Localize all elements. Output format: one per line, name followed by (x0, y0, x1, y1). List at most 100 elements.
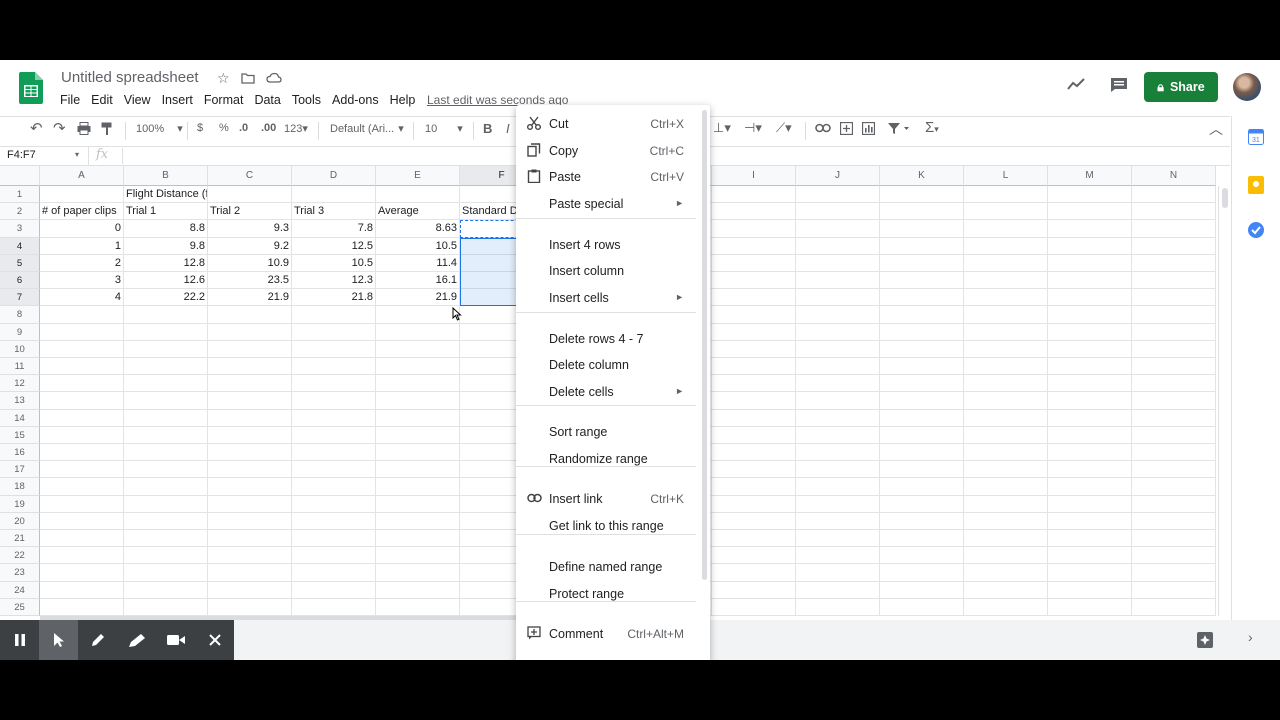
row-header-2[interactable]: 2 (0, 203, 40, 221)
collapse-toolbar-icon[interactable]: ︿ (1209, 119, 1223, 139)
cell-l19[interactable] (964, 495, 1048, 513)
cell-l6[interactable] (964, 272, 1048, 290)
cell-c17[interactable] (208, 461, 292, 479)
filter-icon[interactable] (887, 122, 909, 138)
cell-j6[interactable] (796, 272, 880, 290)
cell-c16[interactable] (208, 444, 292, 462)
move-folder-icon[interactable] (241, 72, 255, 87)
cell-d4[interactable]: 12.5 (292, 237, 376, 255)
tasks-icon[interactable] (1248, 222, 1264, 241)
cell-c12[interactable] (208, 375, 292, 393)
cell-a12[interactable] (40, 375, 124, 393)
cell-c22[interactable] (208, 547, 292, 565)
cell-l5[interactable] (964, 254, 1048, 272)
cell-e23[interactable] (376, 564, 460, 582)
functions-icon[interactable]: Σ▾ (925, 119, 939, 136)
cell-i6[interactable] (712, 272, 796, 290)
cell-k23[interactable] (880, 564, 964, 582)
cell-b17[interactable] (124, 461, 208, 479)
row-header-20[interactable]: 20 (0, 512, 40, 530)
cell-a5[interactable]: 2 (40, 254, 124, 272)
cell-n4[interactable] (1132, 237, 1216, 255)
menu-file[interactable]: File (60, 93, 80, 107)
cell-i3[interactable] (712, 220, 796, 238)
italic-button[interactable]: I (506, 121, 510, 136)
cell-k17[interactable] (880, 461, 964, 479)
cell-j25[interactable] (796, 598, 880, 616)
cell-k18[interactable] (880, 478, 964, 496)
column-header-k[interactable]: K (880, 166, 964, 186)
cell-k5[interactable] (880, 254, 964, 272)
cell-n8[interactable] (1132, 306, 1216, 324)
cell-n6[interactable] (1132, 272, 1216, 290)
cell-l11[interactable] (964, 358, 1048, 376)
cell-n1[interactable] (1132, 186, 1216, 204)
cell-a19[interactable] (40, 495, 124, 513)
vertical-scrollbar[interactable] (1218, 186, 1230, 616)
cell-d16[interactable] (292, 444, 376, 462)
cell-n19[interactable] (1132, 495, 1216, 513)
menu-item-insert-4-rows[interactable]: Insert 4 rows (516, 233, 710, 259)
cell-b21[interactable] (124, 530, 208, 548)
row-header-9[interactable]: 9 (0, 323, 40, 341)
cell-c9[interactable] (208, 323, 292, 341)
calendar-icon[interactable]: 31 (1248, 129, 1264, 148)
cell-i2[interactable] (712, 203, 796, 221)
cell-m11[interactable] (1048, 358, 1132, 376)
pen-icon[interactable] (78, 620, 117, 660)
sheets-logo-icon[interactable] (19, 72, 43, 104)
menu-item-insert-cells[interactable]: Insert cells ► (516, 286, 710, 312)
column-header-l[interactable]: L (964, 166, 1048, 186)
cell-b8[interactable] (124, 306, 208, 324)
cell-d2[interactable]: Trial 3 (292, 203, 376, 221)
cell-c6[interactable]: 23.5 (208, 272, 292, 290)
cell-d19[interactable] (292, 495, 376, 513)
menu-item-delete-cells[interactable]: Delete cells ► (516, 380, 710, 406)
insert-link-icon[interactable] (815, 123, 831, 136)
cell-j23[interactable] (796, 564, 880, 582)
cell-l8[interactable] (964, 306, 1048, 324)
cell-i15[interactable] (712, 426, 796, 444)
cell-k22[interactable] (880, 547, 964, 565)
zoom-select[interactable]: 100% ▾ (136, 122, 183, 135)
percent-button[interactable]: % (219, 122, 229, 134)
cell-e14[interactable] (376, 409, 460, 427)
cell-m6[interactable] (1048, 272, 1132, 290)
cell-c11[interactable] (208, 358, 292, 376)
cell-b9[interactable] (124, 323, 208, 341)
cell-a15[interactable] (40, 426, 124, 444)
row-header-21[interactable]: 21 (0, 530, 40, 548)
cell-l21[interactable] (964, 530, 1048, 548)
column-header-d[interactable]: D (292, 166, 376, 186)
cell-d7[interactable]: 21.8 (292, 289, 376, 307)
menu-item-get-link-to-this-range[interactable]: Get link to this range (516, 514, 710, 540)
menu-edit[interactable]: Edit (91, 93, 113, 107)
cell-c25[interactable] (208, 598, 292, 616)
cell-e4[interactable]: 10.5 (376, 237, 460, 255)
row-header-14[interactable]: 14 (0, 409, 40, 427)
cell-l23[interactable] (964, 564, 1048, 582)
cell-m2[interactable] (1048, 203, 1132, 221)
cell-n22[interactable] (1132, 547, 1216, 565)
cell-c2[interactable]: Trial 2 (208, 203, 292, 221)
cell-a21[interactable] (40, 530, 124, 548)
cell-i13[interactable] (712, 392, 796, 410)
column-header-i[interactable]: I (712, 166, 796, 186)
cell-n5[interactable] (1132, 254, 1216, 272)
menu-item-comment[interactable]: Comment Ctrl+Alt+M (516, 622, 710, 648)
cell-m18[interactable] (1048, 478, 1132, 496)
cell-c4[interactable]: 9.2 (208, 237, 292, 255)
cell-d14[interactable] (292, 409, 376, 427)
cell-j21[interactable] (796, 530, 880, 548)
cell-i7[interactable] (712, 289, 796, 307)
cell-e11[interactable] (376, 358, 460, 376)
menu-item-protect-range[interactable]: Protect range (516, 582, 710, 608)
text-wrap-icon[interactable]: ⊣▾ (744, 120, 762, 136)
currency-button[interactable]: $ (197, 122, 203, 134)
activity-trend-icon[interactable] (1067, 78, 1085, 93)
cell-d20[interactable] (292, 512, 376, 530)
cell-c8[interactable] (208, 306, 292, 324)
font-size-select[interactable]: 10 ▾ (425, 122, 463, 135)
paint-format-icon[interactable] (101, 122, 113, 139)
menu-item-randomize-range[interactable]: Randomize range (516, 447, 710, 473)
